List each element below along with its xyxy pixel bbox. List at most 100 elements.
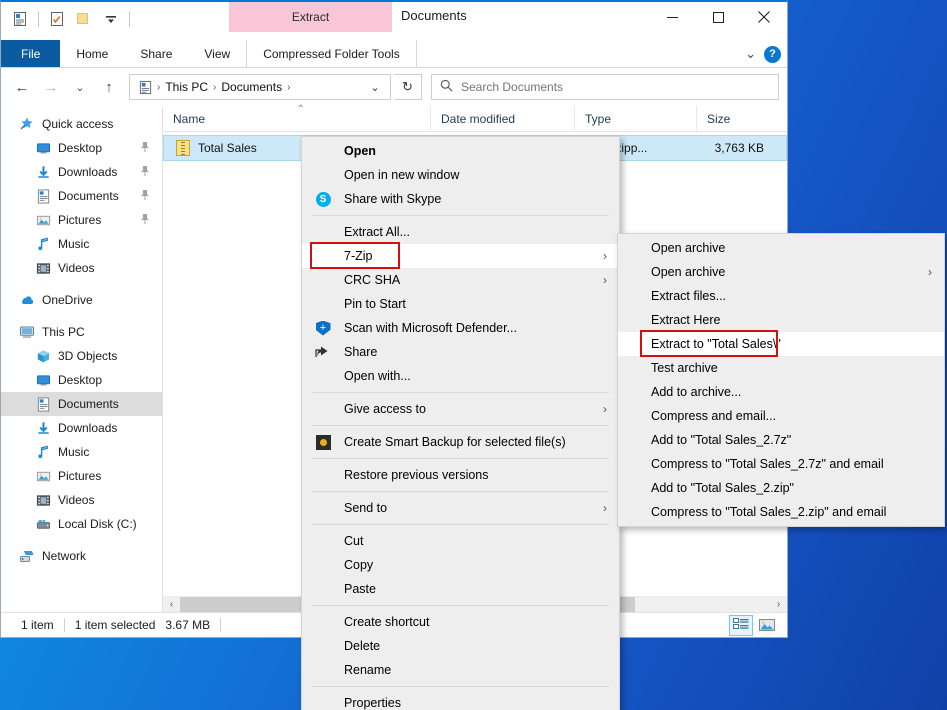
- sidebar-item-pictures-pc[interactable]: Pictures: [1, 464, 162, 488]
- context-menu-item-share-with-skype[interactable]: S Share with Skype: [302, 187, 619, 211]
- submenu-item-extract-here[interactable]: Extract Here: [618, 308, 944, 332]
- sidebar-item-onedrive[interactable]: OneDrive: [1, 288, 162, 312]
- column-header-type[interactable]: Type: [575, 106, 697, 132]
- maximize-button[interactable]: [695, 2, 741, 32]
- context-menu-item-send-to[interactable]: Send to ›: [302, 496, 619, 520]
- context-menu-item-open-in-new-window[interactable]: Open in new window: [302, 163, 619, 187]
- scroll-left-button[interactable]: ‹: [163, 597, 180, 612]
- context-menu-item-properties[interactable]: Properties: [302, 691, 619, 710]
- customize-dropdown-icon[interactable]: [100, 8, 122, 30]
- submenu-item-add-to-zip[interactable]: Add to "Total Sales_2.zip": [618, 476, 944, 500]
- context-menu-item-share[interactable]: Share: [302, 340, 619, 364]
- sidebar-item-downloads[interactable]: Downloads: [1, 160, 162, 184]
- submenu-item-add-to-7z[interactable]: Add to "Total Sales_2.7z": [618, 428, 944, 452]
- column-header-size[interactable]: Size: [697, 106, 777, 132]
- back-button[interactable]: ←: [9, 74, 35, 100]
- sidebar-item-music-quick[interactable]: Music: [1, 232, 162, 256]
- ribbon-collapse-icon[interactable]: ⌄: [745, 46, 756, 62]
- sidebar-item-downloads-pc[interactable]: Downloads: [1, 416, 162, 440]
- sidebar-item-desktop-pc[interactable]: Desktop: [1, 368, 162, 392]
- recent-locations-button[interactable]: ⌄: [67, 74, 93, 100]
- sidebar-item-local-disk-c[interactable]: Local Disk (C:): [1, 512, 162, 536]
- pin-icon[interactable]: [140, 165, 150, 180]
- pin-icon[interactable]: [140, 141, 150, 156]
- context-menu-item-rename[interactable]: Rename: [302, 658, 619, 682]
- submenu-item-compress-and-email[interactable]: Compress and email...: [618, 404, 944, 428]
- submenu-item-add-to-archive[interactable]: Add to archive...: [618, 380, 944, 404]
- help-icon[interactable]: ?: [764, 46, 781, 63]
- context-menu-item-open-with[interactable]: Open with...: [302, 364, 619, 388]
- sidebar-item-3d-objects[interactable]: 3D Objects: [1, 344, 162, 368]
- refresh-button[interactable]: ↻: [394, 74, 422, 100]
- context-menu-item-open-with-label: Open with...: [344, 369, 411, 383]
- submenu-item-open-archive[interactable]: Open archive: [618, 236, 944, 260]
- ribbon-tab-bar: File Home Share View Compressed Folder T…: [1, 40, 787, 68]
- context-menu-item-give-access-to[interactable]: Give access to ›: [302, 397, 619, 421]
- tab-file-label: File: [21, 47, 40, 61]
- context-menu-item-cut[interactable]: Cut: [302, 529, 619, 553]
- pin-icon[interactable]: [140, 213, 150, 228]
- context-menu-item-create-shortcut[interactable]: Create shortcut: [302, 610, 619, 634]
- menu-separator: [312, 491, 609, 492]
- details-view-icon[interactable]: [729, 615, 753, 636]
- submenu-item-test-archive[interactable]: Test archive: [618, 356, 944, 380]
- large-icons-view-icon[interactable]: [755, 615, 779, 636]
- context-menu-item-delete[interactable]: Delete: [302, 634, 619, 658]
- sidebar-item-network[interactable]: Network: [1, 544, 162, 568]
- sidebar-item-documents-quick[interactable]: Documents: [1, 184, 162, 208]
- search-input[interactable]: Search Documents: [431, 74, 779, 100]
- sidebar-item-desktop[interactable]: Desktop: [1, 136, 162, 160]
- sidebar-item-videos-quick[interactable]: Videos: [1, 256, 162, 280]
- properties-icon[interactable]: [9, 8, 31, 30]
- submenu-item-extract-to-folder[interactable]: Extract to "Total Sales\": [618, 332, 944, 356]
- pin-icon[interactable]: [140, 189, 150, 204]
- up-button[interactable]: ↑: [96, 74, 122, 100]
- context-menu-item-create-smart-backup[interactable]: Create Smart Backup for selected file(s): [302, 430, 619, 454]
- tab-home[interactable]: Home: [60, 40, 124, 67]
- context-menu-item-crc-sha[interactable]: CRC SHA ›: [302, 268, 619, 292]
- sidebar-item-videos-pc[interactable]: Videos: [1, 488, 162, 512]
- breadcrumb-separator-2[interactable]: ›: [286, 82, 291, 93]
- breadcrumb-dropdown-icon[interactable]: ⌄: [362, 81, 388, 94]
- tab-compressed-folder-tools[interactable]: Compressed Folder Tools: [246, 40, 417, 67]
- contextual-tab-group-extract[interactable]: Extract: [229, 2, 392, 32]
- search-icon: [440, 79, 453, 95]
- column-header-date-modified[interactable]: Date modified: [431, 106, 575, 132]
- new-folder-icon[interactable]: [46, 8, 68, 30]
- forward-button[interactable]: →: [38, 74, 64, 100]
- sidebar-item-documents[interactable]: Documents: [1, 392, 162, 416]
- tab-view[interactable]: View: [188, 40, 246, 67]
- submenu-item-extract-files[interactable]: Extract files...: [618, 284, 944, 308]
- quick-access-toolbar: [9, 8, 132, 30]
- menu-separator: [312, 605, 609, 606]
- context-menu-item-extract-all[interactable]: Extract All...: [302, 220, 619, 244]
- context-menu-item-7-zip[interactable]: 7-Zip ›: [302, 244, 619, 268]
- submenu-item-compress-to-zip-and-email[interactable]: Compress to "Total Sales_2.zip" and emai…: [618, 500, 944, 524]
- context-menu-item-paste[interactable]: Paste: [302, 577, 619, 601]
- column-header-name[interactable]: ⌃ Name: [163, 106, 431, 132]
- scroll-right-button[interactable]: ›: [770, 597, 787, 612]
- folder-icon[interactable]: [73, 8, 95, 30]
- submenu-item-compress-to-7z-and-email[interactable]: Compress to "Total Sales_2.7z" and email: [618, 452, 944, 476]
- context-menu-item-scan-with-defender[interactable]: + Scan with Microsoft Defender...: [302, 316, 619, 340]
- breadcrumb-documents[interactable]: Documents: [217, 75, 286, 99]
- submenu-item-open-archive-with[interactable]: Open archive ›: [618, 260, 944, 284]
- context-menu-item-create-smart-backup-label: Create Smart Backup for selected file(s): [344, 435, 566, 449]
- context-menu-item-copy[interactable]: Copy: [302, 553, 619, 577]
- breadcrumb[interactable]: › This PC › Documents › ⌄: [129, 74, 391, 100]
- sidebar-group-quick-access[interactable]: Quick access: [1, 112, 162, 136]
- close-button[interactable]: [741, 2, 787, 32]
- tab-file[interactable]: File: [1, 40, 60, 67]
- sidebar-item-this-pc[interactable]: This PC: [1, 320, 162, 344]
- sidebar-item-pictures-quick[interactable]: Pictures: [1, 208, 162, 232]
- breadcrumb-this-pc[interactable]: This PC: [161, 75, 212, 99]
- context-menu-item-restore-previous-versions[interactable]: Restore previous versions: [302, 463, 619, 487]
- contextual-tab-group-label: Extract: [292, 10, 329, 24]
- context-menu-item-pin-to-start[interactable]: Pin to Start: [302, 292, 619, 316]
- sidebar-item-music-pc[interactable]: Music: [1, 440, 162, 464]
- tab-share[interactable]: Share: [124, 40, 188, 67]
- context-menu-item-open[interactable]: Open: [302, 139, 619, 163]
- videos-icon: [35, 492, 51, 508]
- minimize-button[interactable]: [649, 2, 695, 32]
- sidebar-item-documents-label: Documents: [58, 397, 119, 411]
